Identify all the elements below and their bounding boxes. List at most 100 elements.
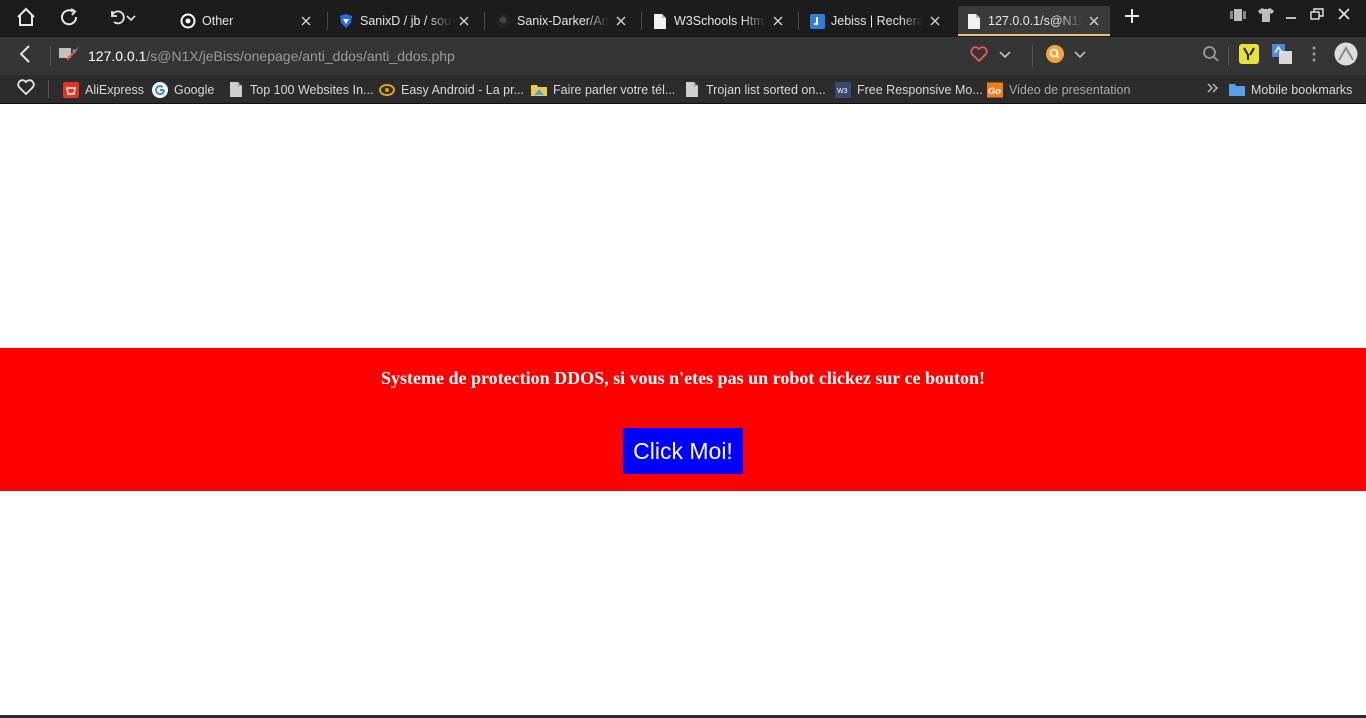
undo-icon bbox=[108, 8, 126, 31]
separator bbox=[1228, 46, 1229, 66]
bookmark-aliexpress[interactable]: AliExpress bbox=[63, 81, 144, 98]
bookmark-label: Video de presentation bbox=[1009, 82, 1131, 97]
url-path: /s@N1X/jeBiss/onepage/anti_ddos/anti_ddo… bbox=[146, 48, 455, 64]
gear-icon bbox=[180, 13, 196, 29]
bookmark-label: Top 100 Websites In... bbox=[250, 82, 374, 97]
close-icon[interactable] bbox=[770, 13, 786, 29]
protection-message: Systeme de protection DDOS, si vous n'et… bbox=[380, 368, 985, 388]
tab-label: Sanix-Darker/AntiDDOS bbox=[517, 14, 609, 28]
separator bbox=[1032, 45, 1033, 67]
heart-icon bbox=[17, 78, 35, 100]
search-engine-icon bbox=[1045, 44, 1065, 69]
more-vertical-icon bbox=[1312, 46, 1316, 67]
bookmark-label: Easy Android - La pr... bbox=[401, 82, 524, 97]
close-icon[interactable] bbox=[927, 13, 943, 29]
site-info-button[interactable] bbox=[57, 45, 81, 68]
restore-button[interactable] bbox=[1307, 7, 1327, 25]
favorite-button[interactable] bbox=[968, 45, 990, 67]
bookmark-video-presentation[interactable]: Go Video de presentation bbox=[987, 81, 1130, 98]
back-arrow-icon bbox=[18, 44, 32, 68]
bookmark-free-responsive[interactable]: W3 Free Responsive Mo... bbox=[835, 81, 983, 98]
close-icon[interactable] bbox=[613, 13, 629, 29]
restore-icon bbox=[1310, 7, 1324, 25]
tab-localhost-active[interactable]: 127.0.0.1/s@N1X/ bbox=[958, 6, 1110, 36]
close-icon[interactable] bbox=[456, 13, 472, 29]
url-field[interactable]: 127.0.0.1/s@N1X/jeBiss/onepage/anti_ddos… bbox=[88, 48, 455, 64]
bookmark-label: Google bbox=[174, 82, 215, 97]
separator bbox=[50, 46, 51, 66]
address-bar: 127.0.0.1/s@N1X/jeBiss/onepage/anti_ddos… bbox=[0, 37, 1366, 75]
close-icon[interactable] bbox=[298, 13, 314, 29]
yellow-extension-icon bbox=[1239, 43, 1259, 69]
page-icon bbox=[652, 13, 668, 29]
tshirt-icon bbox=[1258, 7, 1274, 27]
close-window-button[interactable] bbox=[1334, 7, 1354, 25]
tab-sanixd-jb[interactable]: SanixD / jb / source bbox=[330, 6, 480, 36]
bookmark-easy-android[interactable]: Easy Android - La pr... bbox=[379, 81, 524, 98]
cards-icon bbox=[1230, 8, 1246, 27]
bookmark-faire-parler[interactable]: Faire parler votre tél... bbox=[531, 81, 675, 98]
tab-sanix-darker-antiddos[interactable]: Sanix-Darker/AntiDDOS bbox=[487, 6, 637, 36]
skin-button[interactable] bbox=[1256, 7, 1276, 27]
url-host: 127.0.0.1 bbox=[88, 48, 147, 64]
tab-label: W3Schools HtmlS bbox=[674, 14, 766, 28]
search-engine-button[interactable] bbox=[1044, 44, 1066, 69]
bookmark-label: Free Responsive Mo... bbox=[857, 82, 983, 97]
back-button[interactable] bbox=[14, 44, 36, 68]
search-engine-dropdown[interactable] bbox=[1072, 48, 1088, 64]
page-icon bbox=[684, 82, 700, 98]
page-icon bbox=[228, 82, 244, 98]
tab-list-button[interactable] bbox=[1228, 8, 1248, 26]
rocket-icon bbox=[58, 45, 80, 68]
tab-jebiss-recherche[interactable]: Jebiss | Recherche bbox=[801, 6, 951, 36]
heart-icon bbox=[970, 45, 988, 67]
double-chevron-right-icon bbox=[1207, 80, 1219, 98]
tab-separator bbox=[484, 12, 485, 30]
home-button[interactable] bbox=[13, 6, 39, 32]
undo-close-tab-button[interactable] bbox=[104, 6, 140, 32]
blue-page-icon bbox=[809, 13, 825, 29]
reload-button[interactable] bbox=[56, 6, 82, 32]
mobile-bookmarks-folder[interactable]: Mobile bookmarks bbox=[1229, 81, 1352, 98]
tab-label: Jebiss | Recherche bbox=[831, 14, 923, 28]
bookmark-label: AliExpress bbox=[85, 82, 145, 97]
home-icon bbox=[15, 6, 37, 33]
minimize-button[interactable] bbox=[1281, 8, 1301, 26]
bookmark-google[interactable]: Google bbox=[152, 81, 214, 98]
tab-separator bbox=[641, 12, 642, 30]
avatar bbox=[1334, 42, 1358, 71]
separator bbox=[48, 80, 49, 98]
plus-icon bbox=[1124, 8, 1140, 29]
shield-icon bbox=[338, 13, 354, 29]
tab-separator bbox=[327, 12, 328, 30]
tab-label: Other bbox=[202, 14, 234, 28]
menu-button[interactable] bbox=[1305, 45, 1323, 67]
github-icon bbox=[495, 13, 511, 29]
favorite-dropdown[interactable] bbox=[997, 48, 1013, 64]
close-icon[interactable] bbox=[1086, 13, 1102, 29]
translate-button[interactable] bbox=[1271, 43, 1293, 69]
minimize-icon bbox=[1285, 8, 1297, 26]
page-icon bbox=[966, 13, 982, 29]
tab-bar: Other SanixD / jb / source Sanix-Darker/… bbox=[0, 0, 1366, 37]
chevron-down-icon bbox=[1074, 47, 1086, 65]
extension-button[interactable] bbox=[1238, 43, 1260, 69]
svg-text:Go: Go bbox=[988, 84, 1001, 95]
reload-icon bbox=[58, 6, 80, 33]
bookmark-label: Trojan list sorted on... bbox=[706, 82, 826, 97]
search-button[interactable] bbox=[1200, 45, 1222, 67]
profile-button[interactable] bbox=[1333, 42, 1359, 71]
search-icon bbox=[1202, 45, 1220, 68]
translate-icon bbox=[1272, 43, 1292, 69]
more-bookmarks-button[interactable] bbox=[1205, 81, 1221, 97]
tab-label: SanixD / jb / source bbox=[360, 14, 452, 28]
new-tab-button[interactable] bbox=[1120, 6, 1144, 30]
bookmarks-favorites-button[interactable] bbox=[15, 78, 37, 100]
svg-text:W3: W3 bbox=[837, 88, 848, 95]
click-moi-button[interactable]: Click Moi! bbox=[623, 428, 743, 474]
bookmark-top-100[interactable]: Top 100 Websites In... bbox=[228, 81, 373, 98]
tab-other[interactable]: Other bbox=[172, 6, 322, 36]
tab-w3schools[interactable]: W3Schools HtmlS bbox=[644, 6, 794, 36]
bookmark-trojan-list[interactable]: Trojan list sorted on... bbox=[684, 81, 826, 98]
bookmark-label: Mobile bookmarks bbox=[1251, 82, 1353, 97]
